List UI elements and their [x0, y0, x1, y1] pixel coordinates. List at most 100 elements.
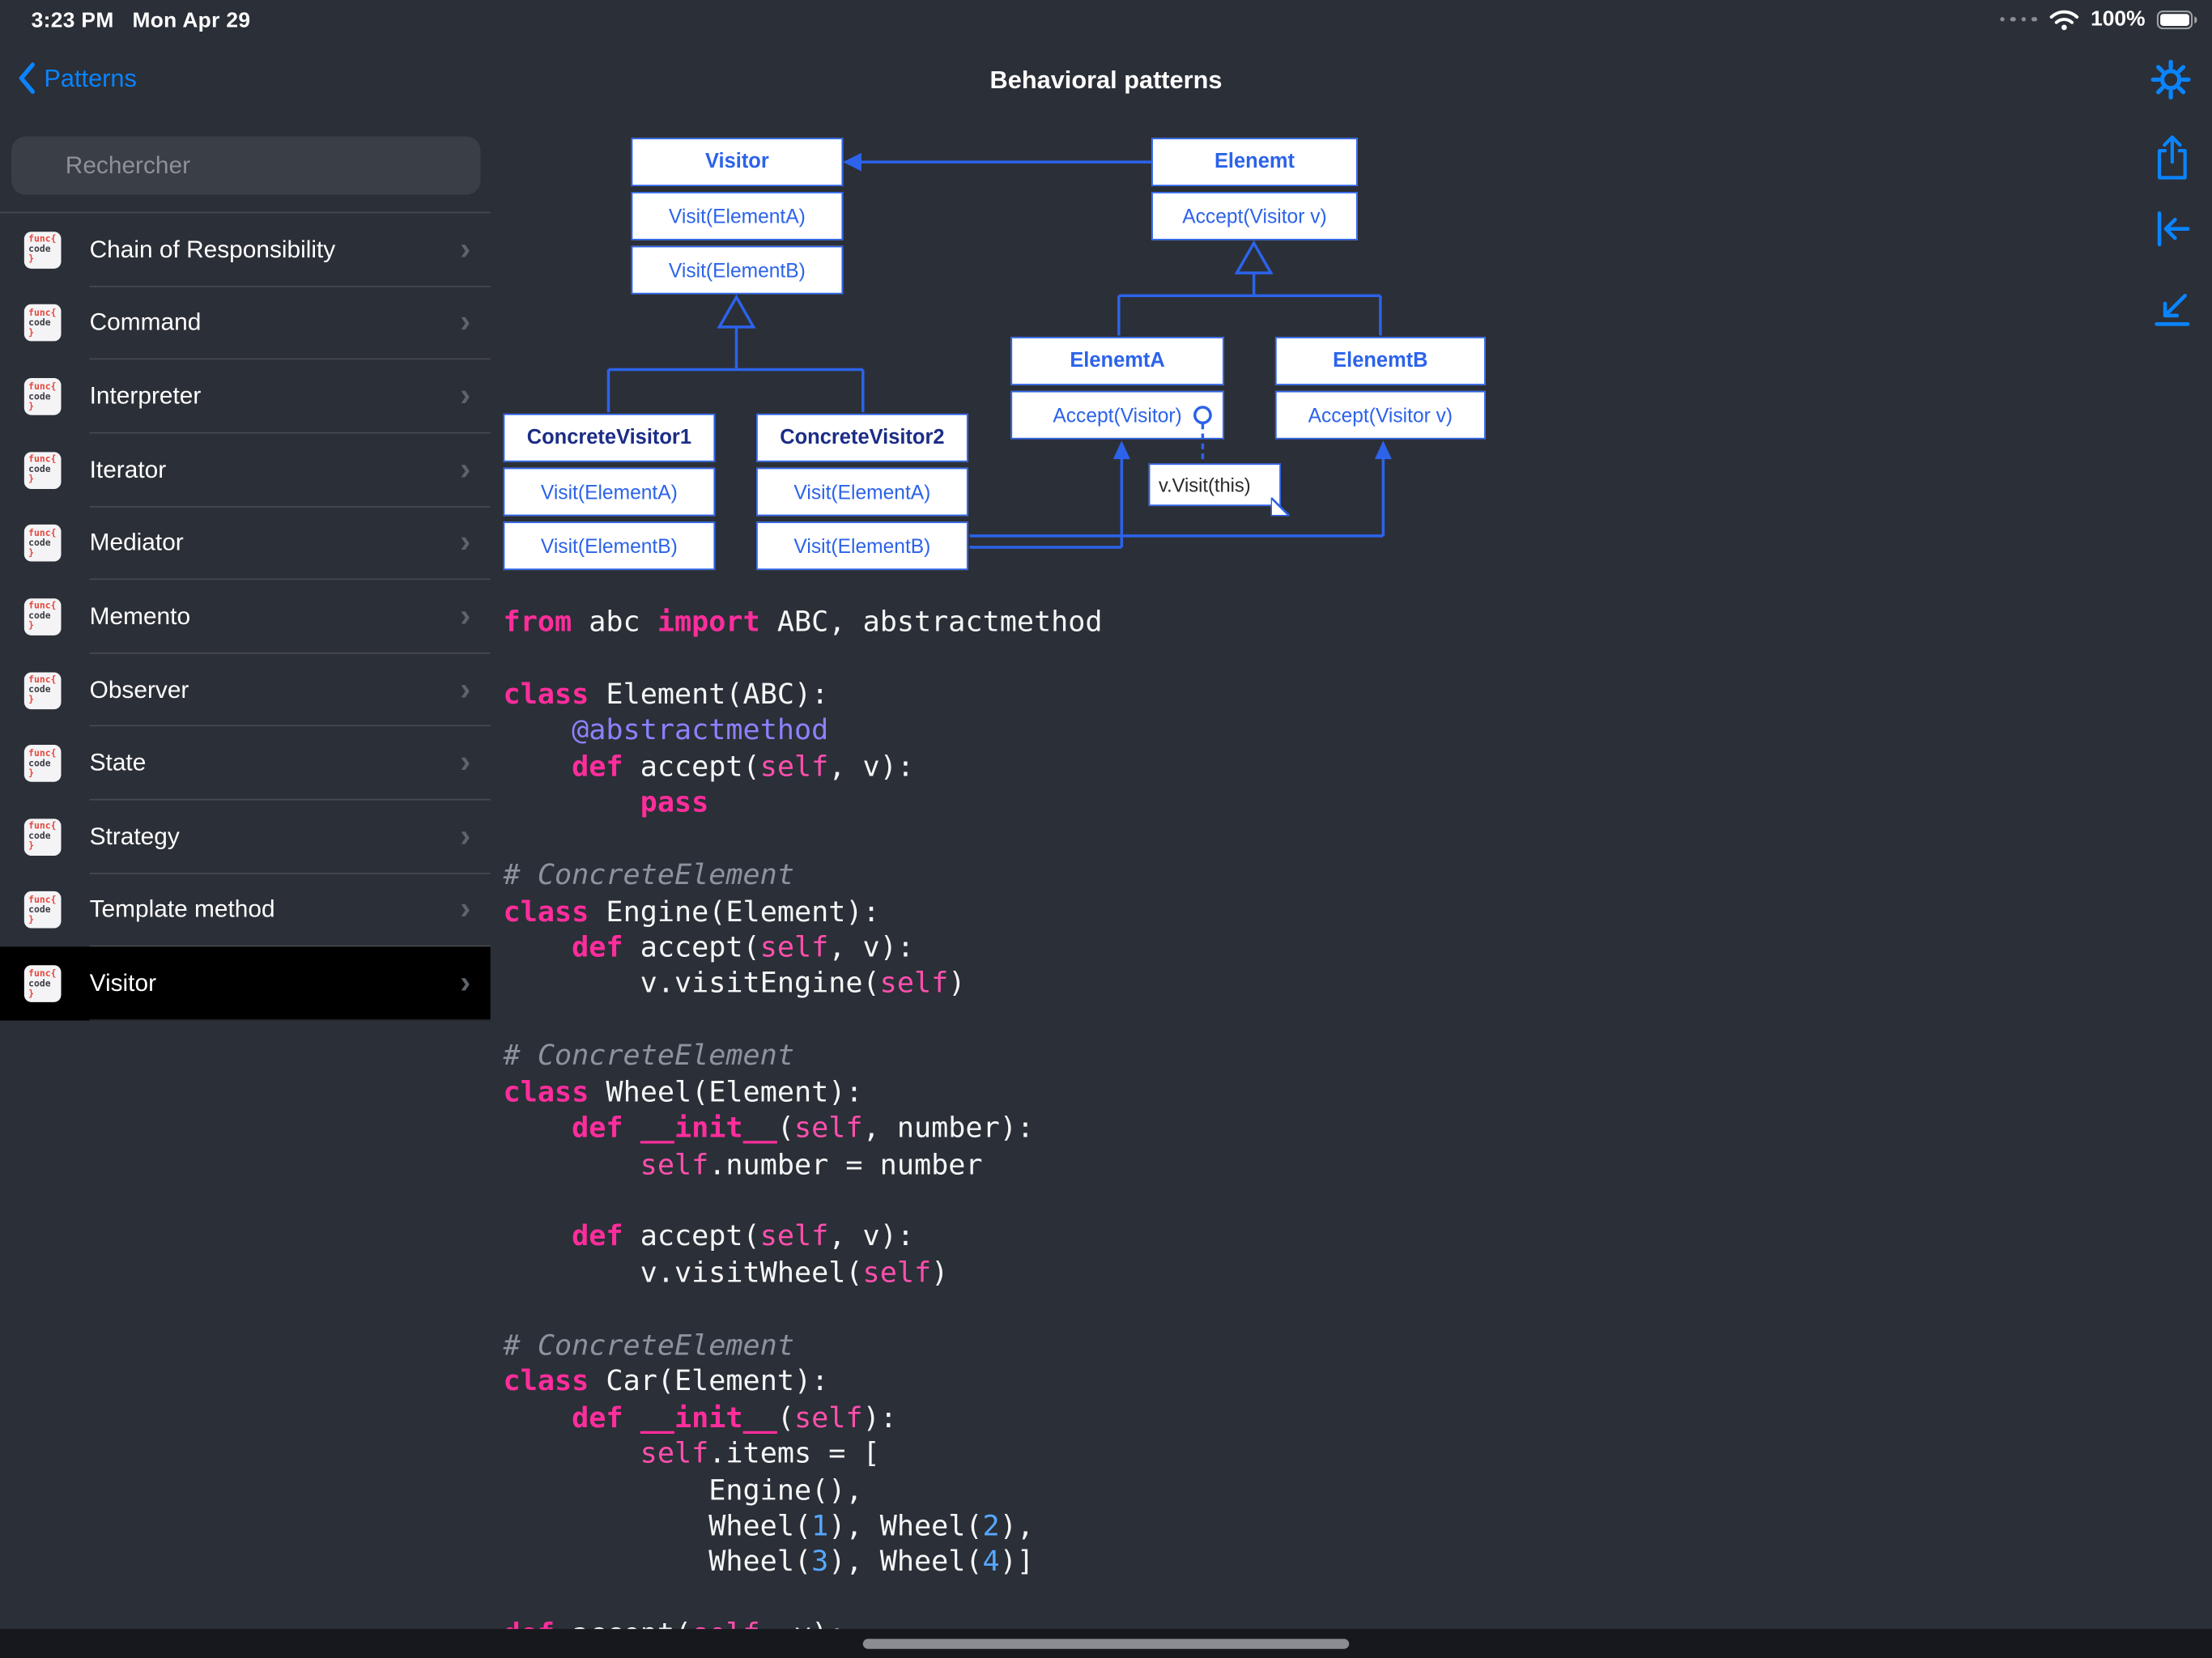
code-line: self.number = number	[640, 1146, 983, 1181]
sidebar-item-label: Iterator	[89, 456, 167, 483]
app-window: 3:23 PM Mon Apr 29 100% Patterns Behavio…	[0, 0, 2212, 1658]
uml-class-name: Elenemt	[1151, 138, 1358, 187]
chevron-right-icon: ›	[460, 303, 471, 339]
uml-class-name: ElenemtB	[1274, 337, 1486, 385]
uml-method: Accept(Visitor)	[1010, 390, 1224, 440]
sidebar-item-label: Template method	[89, 895, 275, 924]
sidebar-item-label: Mediator	[89, 529, 184, 557]
sidebar-item-interpreter[interactable]: func{code} Interpreter ›	[0, 360, 491, 434]
code-line: def accept(self, v):	[572, 748, 915, 784]
code-file-icon: func{code}	[23, 965, 62, 1002]
uml-class-element-b: ElenemtB Accept(Visitor v)	[1274, 337, 1486, 440]
code-line: def __init__(self, number):	[572, 1110, 1035, 1145]
sidebar-item-command[interactable]: func{code} Command ›	[0, 287, 491, 360]
code-file-icon: func{code}	[23, 231, 62, 269]
uml-class-element-a: ElenemtA Accept(Visitor)	[1010, 337, 1224, 440]
code-file-icon: func{code}	[23, 525, 62, 563]
code-line: class Element(ABC):	[503, 676, 829, 711]
sidebar-item-label: Visitor	[89, 969, 157, 997]
code-line: class Engine(Element):	[503, 893, 880, 928]
uml-class-concrete-visitor-1: ConcreteVisitor1 Visit(ElementA) Visit(Ele…	[503, 413, 716, 571]
uml-method: Visit(ElementB)	[503, 521, 716, 571]
sidebar-item-label: State	[89, 749, 147, 776]
sidebar-item-mediator[interactable]: func{code} Mediator ›	[0, 507, 491, 580]
cellular-signal-icon	[1999, 16, 2037, 22]
chevron-right-icon: ›	[460, 670, 471, 707]
uml-class-visitor: Visitor Visit(ElementA) Visit(ElementB)	[631, 138, 844, 295]
code-file-icon: func{code}	[23, 378, 62, 415]
code-file-icon: func{code}	[23, 598, 62, 636]
chevron-right-icon: ›	[460, 597, 471, 633]
code-block: from abc import ABC, abstractmethod clas…	[504, 604, 1103, 1652]
home-indicator[interactable]	[862, 1638, 1350, 1648]
note-fold-icon	[1270, 497, 1290, 517]
code-line: v.visitEngine(self)	[503, 965, 966, 1000]
chevron-right-icon: ›	[460, 891, 471, 927]
sidebar-item-label: Chain of Responsibility	[89, 236, 336, 263]
uml-class-name: ConcreteVisitor1	[503, 413, 716, 462]
code-file-icon: func{code}	[23, 451, 62, 489]
chevron-right-icon: ›	[460, 523, 471, 559]
sidebar-item-label: Command	[89, 308, 202, 337]
sidebar-item-chain-of-responsibility[interactable]: func{code} Chain of Responsibility ›	[0, 213, 491, 287]
code-file-icon: func{code}	[23, 891, 62, 929]
uml-class-name: ElenemtA	[1010, 337, 1224, 385]
search-input[interactable]	[11, 136, 481, 195]
code-file-icon: func{code}	[23, 818, 62, 856]
share-icon[interactable]	[2151, 134, 2197, 182]
battery-icon	[2156, 9, 2198, 29]
code-line: v.visitWheel(self)	[503, 1255, 949, 1290]
chevron-right-icon: ›	[460, 230, 471, 266]
chevron-right-icon: ›	[460, 450, 471, 487]
uml-method: Visit(ElementA)	[503, 467, 716, 517]
sidebar-item-strategy[interactable]: func{code} Strategy ›	[0, 801, 491, 874]
clock-time: 3:23 PM	[31, 8, 114, 33]
code-line: self.items = [	[640, 1435, 880, 1470]
chevron-right-icon: ›	[460, 817, 471, 853]
code-line: from abc import ABC, abstractmethod	[503, 604, 1103, 639]
sidebar-item-label: Observer	[89, 675, 189, 704]
clock-date: Mon Apr 29	[132, 8, 251, 33]
sidebar-item-memento[interactable]: func{code} Memento ›	[0, 580, 491, 654]
code-file-icon: func{code}	[23, 671, 62, 709]
uml-class-name: ConcreteVisitor2	[756, 413, 968, 462]
gear-icon[interactable]	[2150, 58, 2195, 104]
uml-class-name: Visitor	[631, 138, 844, 187]
code-line: # ConcreteElement	[503, 1038, 794, 1073]
sidebar-item-label: Strategy	[89, 823, 180, 850]
sidebar-item-template-method[interactable]: func{code} Template method ›	[0, 874, 491, 947]
code-line: @abstractmethod	[572, 712, 829, 747]
wifi-icon	[2048, 8, 2079, 31]
resize-corner-icon[interactable]	[2151, 287, 2197, 336]
sidebar-item-state[interactable]: func{code} State ›	[0, 727, 491, 801]
sidebar-item-label: Memento	[89, 602, 191, 630]
code-line: # ConcreteElement	[503, 857, 794, 891]
uml-method: Accept(Visitor v)	[1151, 192, 1358, 240]
sidebar-item-observer[interactable]: func{code} Observer ›	[0, 653, 491, 727]
uml-note-text: v.Visit(this)	[1158, 474, 1251, 495]
uml-method: Accept(Visitor v)	[1274, 390, 1486, 440]
uml-note: v.Visit(this)	[1148, 463, 1290, 517]
page-title: Behavioral patterns	[989, 65, 1223, 94]
chevron-right-icon: ›	[460, 376, 471, 413]
code-file-icon: func{code}	[23, 304, 62, 342]
uml-method: Visit(ElementA)	[631, 192, 844, 240]
code-line: class Car(Element):	[503, 1363, 829, 1398]
collapse-left-icon[interactable]	[2151, 207, 2197, 256]
sidebar-list: func{code} Chain of Responsibility › func{c…	[0, 211, 491, 1021]
sidebar: func{code}Chain of Responsibility›func{c…	[0, 119, 491, 1658]
code-line: Wheel(3), Wheel(4)]	[503, 1544, 1035, 1579]
sidebar-item-iterator[interactable]: func{code} Iterator ›	[0, 433, 491, 507]
sidebar-item-visitor[interactable]: func{code} Visitor ›	[0, 946, 491, 1021]
uml-method: Visit(ElementB)	[631, 245, 844, 295]
battery-percentage: 100%	[2091, 6, 2146, 32]
uml-method: Visit(ElementB)	[756, 521, 968, 571]
status-bar: 3:23 PM Mon Apr 29 100%	[0, 0, 2212, 43]
chevron-right-icon: ›	[460, 743, 471, 780]
uml-class-concrete-visitor-2: ConcreteVisitor2 Visit(ElementA) Visit(Ele…	[756, 413, 968, 571]
